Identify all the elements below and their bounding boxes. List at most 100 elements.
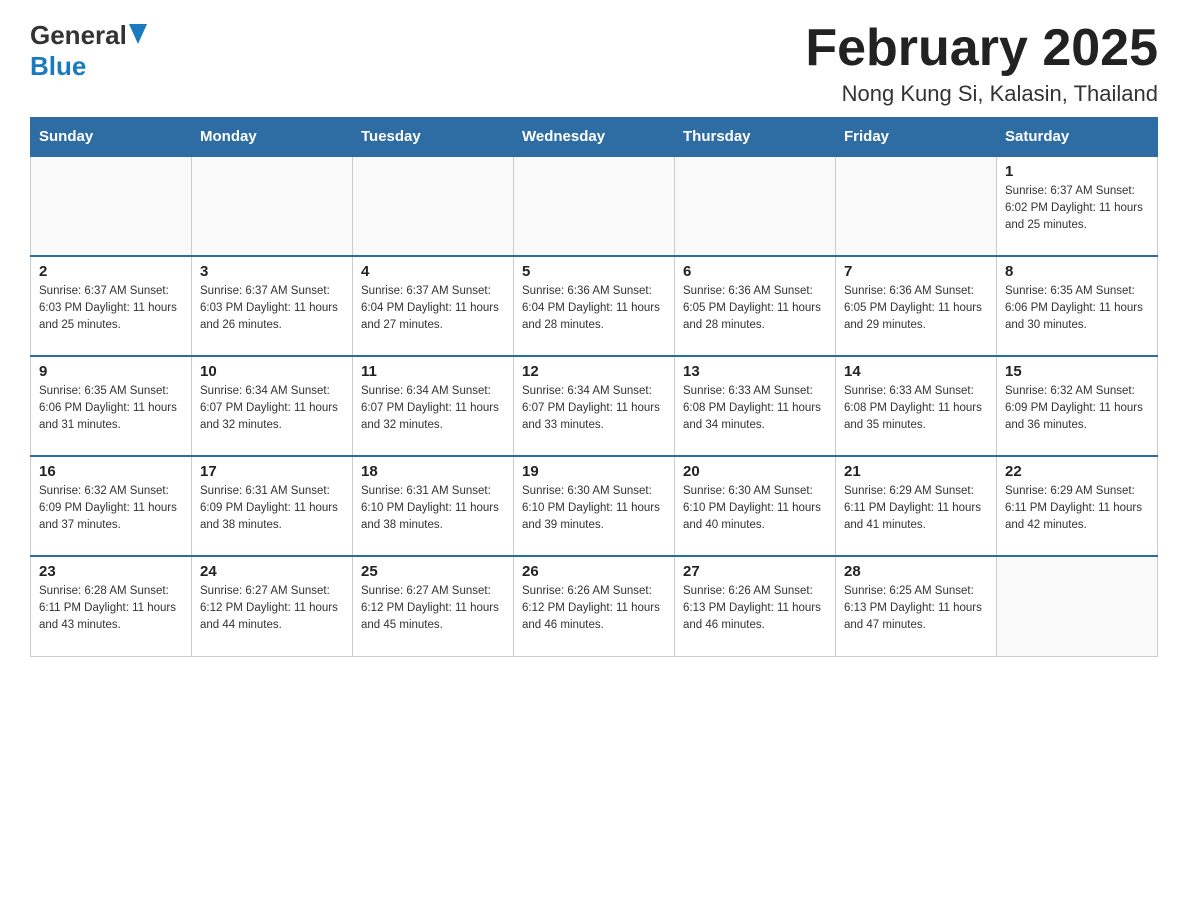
day-info: Sunrise: 6:27 AM Sunset: 6:12 PM Dayligh… bbox=[200, 583, 344, 633]
day-info: Sunrise: 6:34 AM Sunset: 6:07 PM Dayligh… bbox=[361, 383, 505, 433]
calendar-day-cell bbox=[836, 156, 997, 256]
day-number: 25 bbox=[361, 563, 505, 580]
day-info: Sunrise: 6:30 AM Sunset: 6:10 PM Dayligh… bbox=[522, 483, 666, 533]
calendar-day-cell: 20 Sunrise: 6:30 AM Sunset: 6:10 PM Dayli… bbox=[675, 456, 836, 556]
calendar-day-header: Thursday bbox=[675, 118, 836, 157]
day-number: 8 bbox=[1005, 263, 1149, 280]
day-info: Sunrise: 6:29 AM Sunset: 6:11 PM Dayligh… bbox=[844, 483, 988, 533]
month-year-title: February 2025 bbox=[805, 20, 1158, 77]
day-info: Sunrise: 6:36 AM Sunset: 6:05 PM Dayligh… bbox=[844, 283, 988, 333]
calendar-day-cell bbox=[353, 156, 514, 256]
calendar-day-cell: 15 Sunrise: 6:32 AM Sunset: 6:09 PM Dayli… bbox=[997, 356, 1158, 456]
day-number: 28 bbox=[844, 563, 988, 580]
day-info: Sunrise: 6:33 AM Sunset: 6:08 PM Dayligh… bbox=[683, 383, 827, 433]
day-number: 6 bbox=[683, 263, 827, 280]
day-number: 14 bbox=[844, 363, 988, 380]
calendar-day-cell: 26 Sunrise: 6:26 AM Sunset: 6:12 PM Dayli… bbox=[514, 556, 675, 656]
logo: General Blue bbox=[30, 20, 147, 82]
logo-blue-text: Blue bbox=[30, 51, 86, 81]
calendar-day-cell: 24 Sunrise: 6:27 AM Sunset: 6:12 PM Dayli… bbox=[192, 556, 353, 656]
day-info: Sunrise: 6:37 AM Sunset: 6:04 PM Dayligh… bbox=[361, 283, 505, 333]
calendar-day-cell: 7 Sunrise: 6:36 AM Sunset: 6:05 PM Daylig… bbox=[836, 256, 997, 356]
calendar-day-cell: 4 Sunrise: 6:37 AM Sunset: 6:04 PM Daylig… bbox=[353, 256, 514, 356]
calendar-day-cell: 1Sunrise: 6:37 AM Sunset: 6:02 PM Daylig… bbox=[997, 156, 1158, 256]
calendar-day-cell bbox=[31, 156, 192, 256]
calendar-day-cell: 9 Sunrise: 6:35 AM Sunset: 6:06 PM Daylig… bbox=[31, 356, 192, 456]
page-header: General Blue February 2025 Nong Kung Si,… bbox=[30, 20, 1158, 107]
calendar-day-cell: 8 Sunrise: 6:35 AM Sunset: 6:06 PM Daylig… bbox=[997, 256, 1158, 356]
calendar-week-row: 9 Sunrise: 6:35 AM Sunset: 6:06 PM Daylig… bbox=[31, 356, 1158, 456]
calendar-day-cell: 6 Sunrise: 6:36 AM Sunset: 6:05 PM Daylig… bbox=[675, 256, 836, 356]
calendar-day-header: Tuesday bbox=[353, 118, 514, 157]
day-info: Sunrise: 6:36 AM Sunset: 6:04 PM Dayligh… bbox=[522, 283, 666, 333]
day-info: Sunrise: 6:35 AM Sunset: 6:06 PM Dayligh… bbox=[1005, 283, 1149, 333]
calendar-day-cell: 10Sunrise: 6:34 AM Sunset: 6:07 PM Dayli… bbox=[192, 356, 353, 456]
calendar-day-cell: 2 Sunrise: 6:37 AM Sunset: 6:03 PM Daylig… bbox=[31, 256, 192, 356]
location-title: Nong Kung Si, Kalasin, Thailand bbox=[805, 81, 1158, 107]
calendar-day-header: Sunday bbox=[31, 118, 192, 157]
day-info: Sunrise: 6:36 AM Sunset: 6:05 PM Dayligh… bbox=[683, 283, 827, 333]
day-info: Sunrise: 6:34 AM Sunset: 6:07 PM Dayligh… bbox=[200, 383, 344, 433]
calendar-day-header: Friday bbox=[836, 118, 997, 157]
day-number: 18 bbox=[361, 463, 505, 480]
day-number: 20 bbox=[683, 463, 827, 480]
day-info: Sunrise: 6:35 AM Sunset: 6:06 PM Dayligh… bbox=[39, 383, 183, 433]
day-info: Sunrise: 6:31 AM Sunset: 6:10 PM Dayligh… bbox=[361, 483, 505, 533]
day-info: Sunrise: 6:31 AM Sunset: 6:09 PM Dayligh… bbox=[200, 483, 344, 533]
day-info: Sunrise: 6:27 AM Sunset: 6:12 PM Dayligh… bbox=[361, 583, 505, 633]
calendar-day-cell: 13 Sunrise: 6:33 AM Sunset: 6:08 PM Dayli… bbox=[675, 356, 836, 456]
day-number: 16 bbox=[39, 463, 183, 480]
day-info: Sunrise: 6:28 AM Sunset: 6:11 PM Dayligh… bbox=[39, 583, 183, 633]
day-number: 3 bbox=[200, 263, 344, 280]
calendar-day-cell: 12Sunrise: 6:34 AM Sunset: 6:07 PM Dayli… bbox=[514, 356, 675, 456]
calendar-day-cell bbox=[192, 156, 353, 256]
day-info: Sunrise: 6:26 AM Sunset: 6:12 PM Dayligh… bbox=[522, 583, 666, 633]
day-number: 1 bbox=[1005, 163, 1149, 180]
calendar-week-row: 23Sunrise: 6:28 AM Sunset: 6:11 PM Dayli… bbox=[31, 556, 1158, 656]
calendar-header-row: SundayMondayTuesdayWednesdayThursdayFrid… bbox=[31, 118, 1158, 157]
day-info: Sunrise: 6:37 AM Sunset: 6:03 PM Dayligh… bbox=[39, 283, 183, 333]
calendar-day-cell: 18 Sunrise: 6:31 AM Sunset: 6:10 PM Dayli… bbox=[353, 456, 514, 556]
day-info: Sunrise: 6:26 AM Sunset: 6:13 PM Dayligh… bbox=[683, 583, 827, 633]
calendar-day-cell: 23Sunrise: 6:28 AM Sunset: 6:11 PM Dayli… bbox=[31, 556, 192, 656]
calendar-day-cell: 28 Sunrise: 6:25 AM Sunset: 6:13 PM Dayli… bbox=[836, 556, 997, 656]
day-number: 11 bbox=[361, 363, 505, 380]
day-info: Sunrise: 6:32 AM Sunset: 6:09 PM Dayligh… bbox=[1005, 383, 1149, 433]
day-number: 21 bbox=[844, 463, 988, 480]
day-info: Sunrise: 6:29 AM Sunset: 6:11 PM Dayligh… bbox=[1005, 483, 1149, 533]
calendar-day-cell bbox=[997, 556, 1158, 656]
calendar-day-header: Monday bbox=[192, 118, 353, 157]
logo-arrow-icon bbox=[129, 24, 147, 44]
day-info: Sunrise: 6:25 AM Sunset: 6:13 PM Dayligh… bbox=[844, 583, 988, 633]
title-block: February 2025 Nong Kung Si, Kalasin, Tha… bbox=[805, 20, 1158, 107]
calendar-week-row: 2 Sunrise: 6:37 AM Sunset: 6:03 PM Daylig… bbox=[31, 256, 1158, 356]
day-number: 5 bbox=[522, 263, 666, 280]
day-number: 27 bbox=[683, 563, 827, 580]
day-number: 4 bbox=[361, 263, 505, 280]
day-number: 7 bbox=[844, 263, 988, 280]
day-number: 2 bbox=[39, 263, 183, 280]
day-info: Sunrise: 6:32 AM Sunset: 6:09 PM Dayligh… bbox=[39, 483, 183, 533]
day-number: 17 bbox=[200, 463, 344, 480]
logo-general-text: General bbox=[30, 20, 127, 51]
day-number: 19 bbox=[522, 463, 666, 480]
day-number: 15 bbox=[1005, 363, 1149, 380]
calendar-day-header: Wednesday bbox=[514, 118, 675, 157]
day-number: 9 bbox=[39, 363, 183, 380]
calendar-week-row: 16 Sunrise: 6:32 AM Sunset: 6:09 PM Dayli… bbox=[31, 456, 1158, 556]
calendar-day-cell: 25 Sunrise: 6:27 AM Sunset: 6:12 PM Dayli… bbox=[353, 556, 514, 656]
day-number: 13 bbox=[683, 363, 827, 380]
day-number: 22 bbox=[1005, 463, 1149, 480]
calendar-day-cell: 19 Sunrise: 6:30 AM Sunset: 6:10 PM Dayli… bbox=[514, 456, 675, 556]
calendar-day-cell: 11 Sunrise: 6:34 AM Sunset: 6:07 PM Dayli… bbox=[353, 356, 514, 456]
calendar-day-cell: 5 Sunrise: 6:36 AM Sunset: 6:04 PM Daylig… bbox=[514, 256, 675, 356]
calendar-day-cell: 21 Sunrise: 6:29 AM Sunset: 6:11 PM Dayli… bbox=[836, 456, 997, 556]
day-info: Sunrise: 6:37 AM Sunset: 6:03 PM Dayligh… bbox=[200, 283, 344, 333]
day-info: Sunrise: 6:33 AM Sunset: 6:08 PM Dayligh… bbox=[844, 383, 988, 433]
calendar-day-cell: 17 Sunrise: 6:31 AM Sunset: 6:09 PM Dayli… bbox=[192, 456, 353, 556]
day-number: 24 bbox=[200, 563, 344, 580]
day-info: Sunrise: 6:30 AM Sunset: 6:10 PM Dayligh… bbox=[683, 483, 827, 533]
day-number: 26 bbox=[522, 563, 666, 580]
day-number: 12 bbox=[522, 363, 666, 380]
calendar-day-header: Saturday bbox=[997, 118, 1158, 157]
